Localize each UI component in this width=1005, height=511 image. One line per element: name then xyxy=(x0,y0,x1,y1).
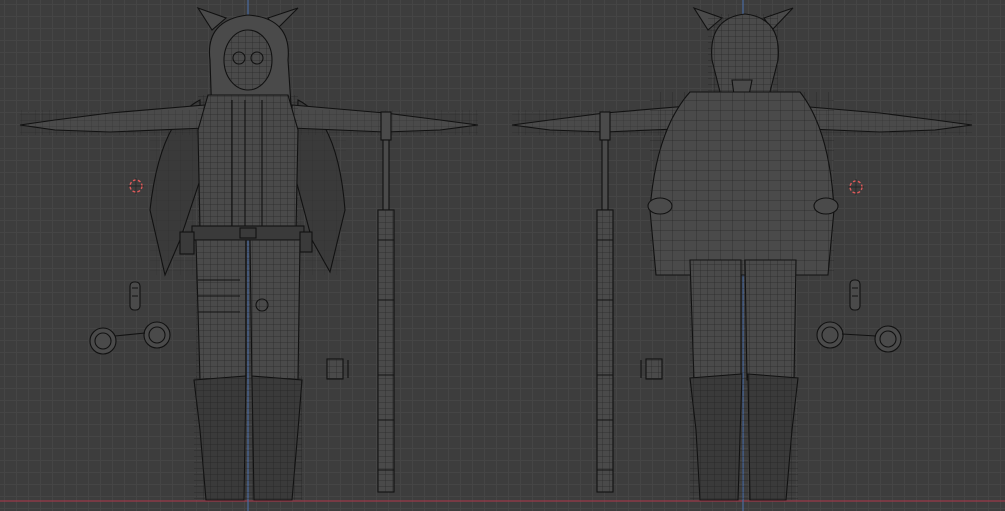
small-box-front[interactable] xyxy=(326,358,349,380)
small-box-back[interactable] xyxy=(640,358,663,380)
handcuffs-back[interactable] xyxy=(816,321,902,353)
character-back[interactable] xyxy=(511,6,973,501)
3d-cursor-front[interactable] xyxy=(128,178,144,194)
keychain-back[interactable] xyxy=(849,279,861,311)
handcuffs-front[interactable] xyxy=(89,321,171,355)
3d-viewport[interactable] xyxy=(0,0,1005,511)
viewport-canvas xyxy=(0,0,1005,511)
3d-cursor-back[interactable] xyxy=(848,179,864,195)
character-front[interactable] xyxy=(19,6,479,501)
belt-pouch-front xyxy=(179,231,195,255)
sleeve-cuff-left-back xyxy=(647,197,673,215)
staff-back[interactable] xyxy=(596,111,614,493)
sleeve-cuff-right-back xyxy=(813,197,839,215)
staff-front[interactable] xyxy=(377,111,395,493)
keychain-front[interactable] xyxy=(129,281,141,311)
